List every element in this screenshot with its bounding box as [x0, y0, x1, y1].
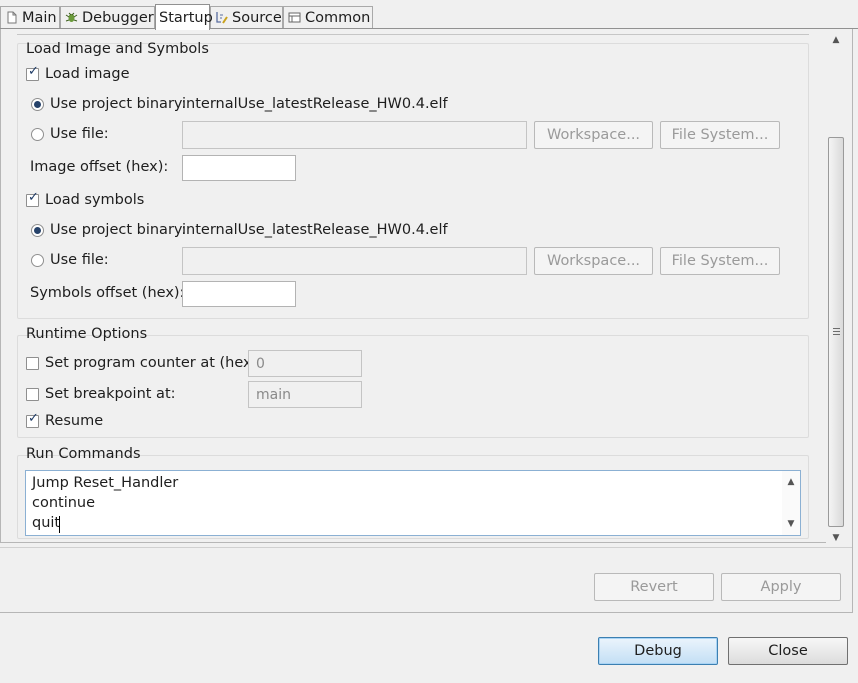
symbols-use-file-radio[interactable]: [31, 254, 44, 267]
checkmark-icon: ✓: [28, 190, 39, 205]
load-image-checkbox[interactable]: ✓: [26, 64, 39, 81]
resume-checkbox[interactable]: ✓: [26, 411, 39, 428]
textarea-scrollbar[interactable]: ▲ ▼: [782, 471, 800, 535]
tab-label: Common: [305, 9, 371, 26]
grip-line: [833, 334, 840, 335]
run-commands-textarea[interactable]: Jump Reset_Handler continue quit ▲ ▼: [25, 470, 801, 536]
run-command-line: quit: [32, 515, 61, 531]
image-offset-input[interactable]: [182, 155, 296, 181]
image-offset-label: Image offset (hex):: [30, 159, 169, 175]
image-use-file-label: Use file:: [50, 126, 109, 142]
radio-dot: [34, 227, 41, 234]
scroll-down-arrow-icon[interactable]: ▼: [782, 515, 800, 533]
startup-panel: Load Image and Symbols ✓ Load image Use …: [0, 29, 826, 543]
image-workspace-button[interactable]: Workspace...: [534, 121, 653, 149]
load-symbols-label: Load symbols: [45, 192, 145, 208]
group-title-load-image: Load Image and Symbols: [26, 41, 209, 57]
tab-debugger[interactable]: Debugger: [60, 6, 155, 28]
load-symbols-checkbox[interactable]: ✓: [26, 190, 39, 207]
scroll-up-arrow-icon[interactable]: ▲: [827, 31, 845, 49]
tab-label: Debugger: [82, 9, 154, 26]
symbols-offset-input[interactable]: [182, 281, 296, 307]
symbols-file-path-input[interactable]: [182, 247, 527, 275]
revert-button[interactable]: Revert: [594, 573, 714, 601]
clipped-group-edge: [17, 34, 809, 35]
set-program-counter-label: Set program counter at (hex):: [45, 355, 263, 371]
image-use-project-binary-label: Use project binary:: [50, 96, 187, 112]
bug-icon: [65, 12, 78, 22]
grip-line: [833, 328, 840, 329]
scroll-up-arrow-icon[interactable]: ▲: [782, 473, 800, 491]
program-counter-input[interactable]: 0: [248, 350, 362, 377]
image-file-path-input[interactable]: [182, 121, 527, 149]
symbols-use-project-binary-radio[interactable]: [31, 224, 44, 237]
document-icon: [7, 11, 17, 24]
symbols-use-file-label: Use file:: [50, 252, 109, 268]
tab-label: Source: [232, 9, 282, 26]
set-breakpoint-label: Set breakpoint at:: [45, 386, 176, 402]
debug-button[interactable]: Debug: [598, 637, 718, 665]
group-title-run-commands: Run Commands: [26, 446, 141, 462]
scrollbar-thumb[interactable]: [828, 137, 844, 527]
symbols-project-binary-value: internalUse_latestRelease_HW0.4.elf: [182, 222, 448, 238]
set-breakpoint-checkbox[interactable]: [26, 388, 39, 401]
scroll-down-arrow-icon[interactable]: ▼: [827, 529, 845, 547]
resume-label: Resume: [45, 413, 104, 429]
load-image-symbols-group: [17, 43, 809, 319]
tab-label: Startup: [159, 9, 213, 26]
image-file-system-button[interactable]: File System...: [660, 121, 780, 149]
separator: [0, 612, 853, 613]
grip-line: [833, 331, 840, 332]
source-icon: [216, 12, 228, 24]
common-icon: [288, 12, 301, 23]
tab-common[interactable]: Common: [283, 6, 373, 28]
right-border: [852, 29, 853, 613]
run-command-line: continue: [32, 495, 96, 511]
run-command-line: Jump Reset_Handler: [32, 475, 179, 491]
panel-scrollbar[interactable]: ▲ ▼: [827, 29, 845, 547]
symbols-workspace-button[interactable]: Workspace...: [534, 247, 653, 275]
close-button[interactable]: Close: [728, 637, 848, 665]
tab-label: Main: [22, 9, 57, 26]
set-program-counter-checkbox[interactable]: [26, 357, 39, 370]
checkmark-icon: ✓: [28, 64, 39, 79]
image-use-project-binary-radio[interactable]: [31, 98, 44, 111]
tab-source[interactable]: Source: [210, 6, 283, 28]
symbols-use-project-binary-label: Use project binary:: [50, 222, 187, 238]
image-project-binary-value: internalUse_latestRelease_HW0.4.elf: [182, 96, 448, 112]
group-title-runtime-options: Runtime Options: [26, 326, 148, 342]
text-caret: [59, 516, 60, 533]
radio-dot: [34, 101, 41, 108]
tab-bar: Main Debugger Startup Source Common: [0, 0, 858, 30]
image-use-file-radio[interactable]: [31, 128, 44, 141]
checkmark-icon: ✓: [28, 411, 39, 426]
symbols-offset-label: Symbols offset (hex):: [30, 285, 185, 301]
tab-startup[interactable]: Startup: [155, 4, 213, 30]
symbols-file-system-button[interactable]: File System...: [660, 247, 780, 275]
apply-button[interactable]: Apply: [721, 573, 841, 601]
breakpoint-input[interactable]: main: [248, 381, 362, 408]
tab-main[interactable]: Main: [0, 6, 60, 28]
load-image-label: Load image: [45, 66, 130, 82]
separator: [0, 547, 852, 548]
